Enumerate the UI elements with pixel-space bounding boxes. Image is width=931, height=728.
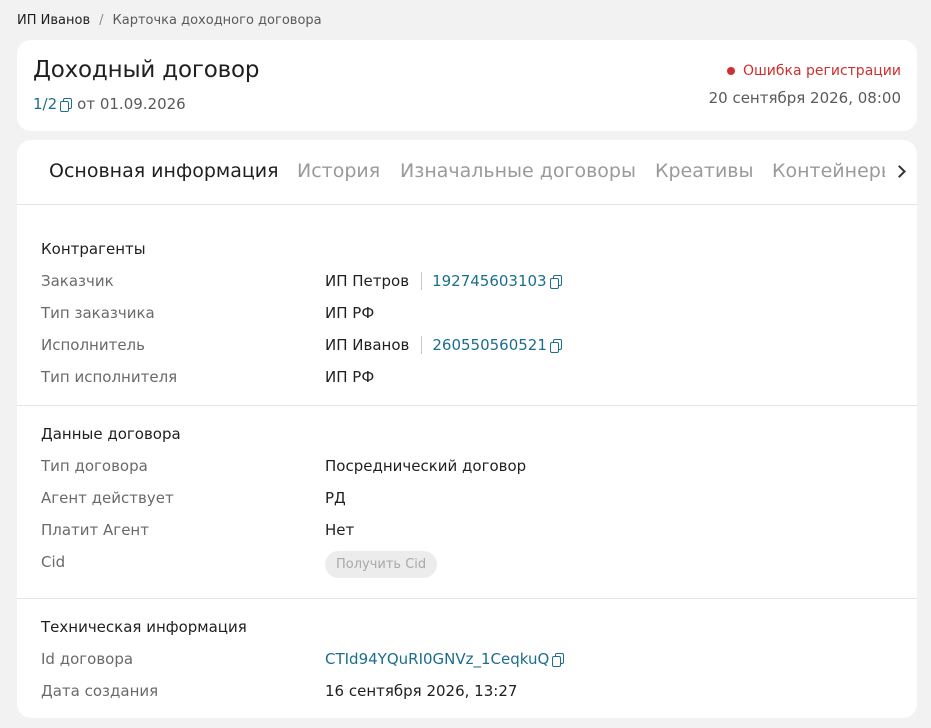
contract-date: 01.09.2026 [99, 95, 186, 113]
row-label: Тип исполнителя [41, 368, 178, 386]
row-customer: Заказчик ИП Петров 192745603103 [17, 272, 917, 296]
contract-details-card: Основная информация История Изначальные … [17, 140, 917, 718]
row-contract-id: Id договора CTId94YQuRI0GNVz_1CeqkuQ [17, 650, 917, 674]
get-cid-button[interactable]: Получить Cid [325, 551, 438, 578]
divider [421, 272, 423, 290]
row-agent-acts: Агент действует РД [17, 489, 917, 513]
copy-icon[interactable] [60, 97, 73, 112]
row-label: Платит Агент [41, 521, 149, 539]
date-prefix: от [77, 95, 96, 113]
copy-icon[interactable] [549, 338, 562, 353]
row-created: Дата создания 16 сентября 2026, 13:27 [17, 682, 917, 706]
row-value: Посреднический договор [325, 457, 527, 475]
tab-main-info[interactable]: Основная информация [49, 160, 279, 182]
tab-initial-contracts[interactable]: Изначальные договоры [400, 160, 636, 182]
breadcrumb-current: Карточка доходного договора [112, 13, 322, 28]
row-label: Cid [41, 553, 66, 571]
tab-bar: Основная информация История Изначальные … [17, 140, 917, 205]
row-contract-type: Тип договора Посреднический договор [17, 457, 917, 481]
executor-name: ИП Иванов [325, 336, 410, 354]
row-value: Получить Cid [325, 551, 438, 578]
customer-inn-link[interactable]: 192745603103 [432, 272, 547, 290]
breadcrumb-separator: / [99, 13, 104, 28]
contract-subline: 1/2 от 01.09.2026 [33, 95, 186, 113]
status-badge: Ошибка регистрации [726, 63, 901, 79]
row-label: Тип заказчика [41, 304, 155, 322]
section-divider [17, 598, 917, 599]
row-value: CTId94YQuRI0GNVz_1CeqkuQ [325, 650, 569, 668]
divider [421, 336, 423, 354]
row-value: Нет [325, 521, 355, 539]
tab-containers[interactable]: Контейнеры [772, 160, 885, 182]
row-agent-pays: Платит Агент Нет [17, 521, 917, 545]
executor-inn-link[interactable]: 260550560521 [432, 336, 547, 354]
row-label: Агент действует [41, 489, 174, 507]
row-label: Дата создания [41, 682, 159, 700]
status-text: Ошибка регистрации [742, 63, 901, 79]
status-dot-icon [726, 67, 735, 75]
row-label: Тип договора [41, 457, 148, 475]
customer-name: ИП Петров [325, 272, 410, 290]
contract-header-card: Доходный договор 1/2 от 01.09.2026 Ошибк… [17, 40, 917, 131]
chevron-right-icon[interactable] [891, 162, 909, 180]
tab-creatives[interactable]: Креативы [655, 160, 754, 182]
row-executor: Исполнитель ИП Иванов 260550560521 [17, 336, 917, 360]
section-title: Техническая информация [41, 618, 247, 636]
row-label: Исполнитель [41, 336, 145, 354]
row-value: РД [325, 489, 346, 507]
copy-icon[interactable] [552, 652, 565, 667]
row-cid: Cid Получить Cid [17, 551, 917, 578]
contract-counter-link[interactable]: 1/2 [33, 95, 57, 113]
row-label: Заказчик [41, 272, 114, 290]
section-divider [17, 405, 917, 406]
breadcrumb: ИП Иванов / Карточка доходного договора [17, 13, 322, 28]
row-value: 16 сентября 2026, 13:27 [325, 682, 518, 700]
page-title: Доходный договор [33, 57, 260, 83]
row-value: ИП Петров 192745603103 [325, 272, 567, 290]
section-title: Контрагенты [41, 240, 146, 258]
copy-icon[interactable] [549, 274, 562, 289]
row-value: ИП Иванов 260550560521 [325, 336, 567, 354]
breadcrumb-root-link[interactable]: ИП Иванов [17, 13, 90, 28]
contract-id-link[interactable]: CTId94YQuRI0GNVz_1CeqkuQ [325, 650, 549, 668]
row-customer-type: Тип заказчика ИП РФ [17, 304, 917, 328]
row-value: ИП РФ [325, 304, 375, 322]
row-label: Id договора [41, 650, 134, 668]
row-value: ИП РФ [325, 368, 375, 386]
section-title: Данные договора [41, 425, 181, 443]
status-datetime: 20 сентября 2026, 08:00 [708, 89, 901, 107]
tab-history[interactable]: История [297, 160, 380, 182]
row-executor-type: Тип исполнителя ИП РФ [17, 368, 917, 392]
